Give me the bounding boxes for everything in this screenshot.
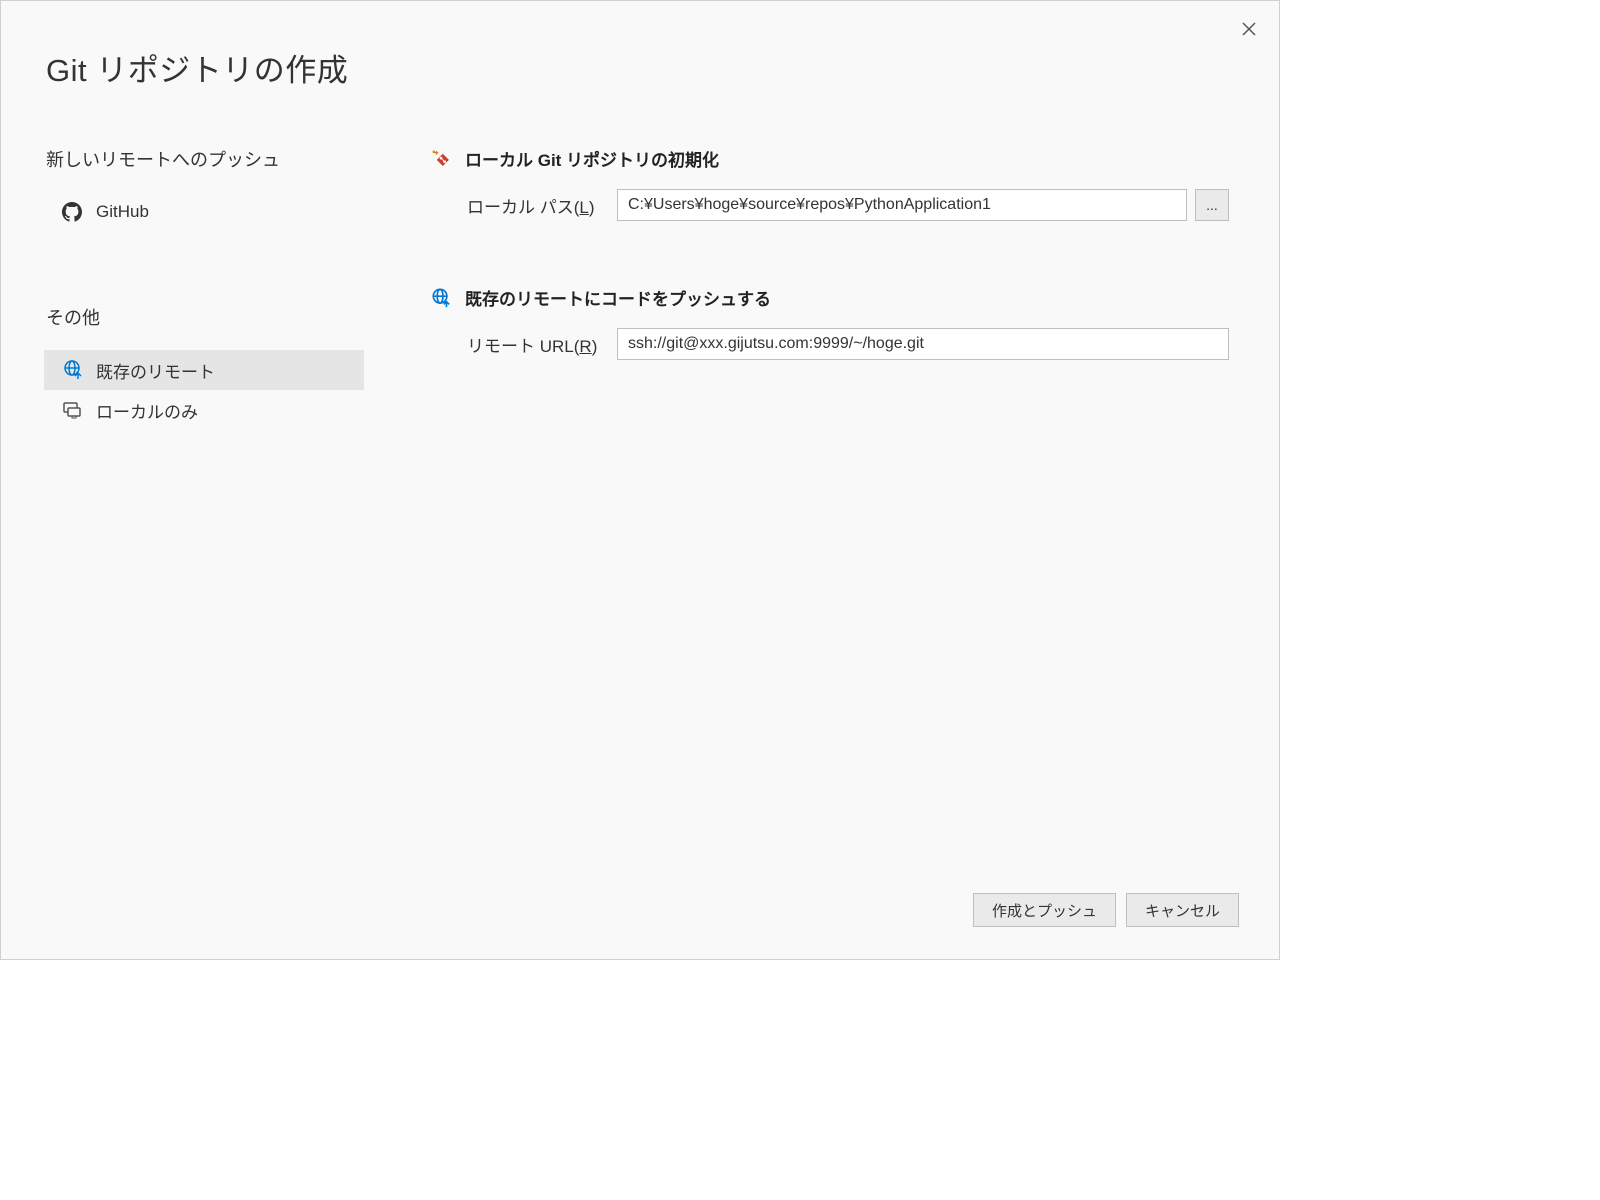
browse-button[interactable]: ... [1195, 189, 1229, 221]
create-and-push-button[interactable]: 作成とプッシュ [973, 893, 1116, 927]
remote-url-label: リモート URL(R) [467, 332, 617, 357]
form-row-local-path: ローカル パス(L) ... [431, 189, 1229, 221]
close-icon [1242, 22, 1256, 36]
remote-url-input[interactable] [617, 328, 1229, 360]
sidebar-item-local-only[interactable]: ローカルのみ [44, 390, 371, 430]
section-header-local-init: ローカル Git リポジトリの初期化 [431, 146, 1229, 171]
dialog-content: 新しいリモートへのプッシュ GitHub その他 [1, 90, 1279, 959]
sidebar: 新しいリモートへのプッシュ GitHub その他 [1, 146, 371, 959]
git-init-icon [431, 149, 451, 169]
button-bar: 作成とプッシュ キャンセル [973, 893, 1239, 927]
cancel-button[interactable]: キャンセル [1126, 893, 1239, 927]
sidebar-item-existing-remote[interactable]: 既存のリモート [44, 350, 364, 390]
local-path-label: ローカル パス(L) [467, 193, 617, 218]
local-path-input[interactable] [617, 189, 1187, 221]
sidebar-item-label: ローカルのみ [96, 398, 198, 423]
close-button[interactable] [1239, 19, 1259, 39]
section-header-label: ローカル Git リポジトリの初期化 [465, 146, 719, 171]
section-header-push-existing: 既存のリモートにコードをプッシュする [431, 285, 1229, 310]
form-row-remote-url: リモート URL(R) [431, 328, 1229, 360]
sidebar-item-label: GitHub [96, 202, 149, 222]
sidebar-item-label: 既存のリモート [96, 358, 215, 383]
sidebar-item-github[interactable]: GitHub [44, 192, 371, 232]
computer-icon [62, 400, 82, 420]
section-header-label: 既存のリモートにコードをプッシュする [465, 285, 771, 310]
main-panel: ローカル Git リポジトリの初期化 ローカル パス(L) ... [371, 146, 1279, 959]
globe-push-icon [62, 360, 82, 380]
dialog-title: Git リポジトリの作成 [1, 1, 1279, 90]
section-header-other: その他 [46, 304, 371, 330]
create-git-repo-dialog: Git リポジトリの作成 新しいリモートへのプッシュ GitHub その他 [0, 0, 1280, 960]
section-header-push: 新しいリモートへのプッシュ [46, 146, 371, 172]
github-icon [62, 202, 82, 222]
globe-push-icon [431, 288, 451, 308]
